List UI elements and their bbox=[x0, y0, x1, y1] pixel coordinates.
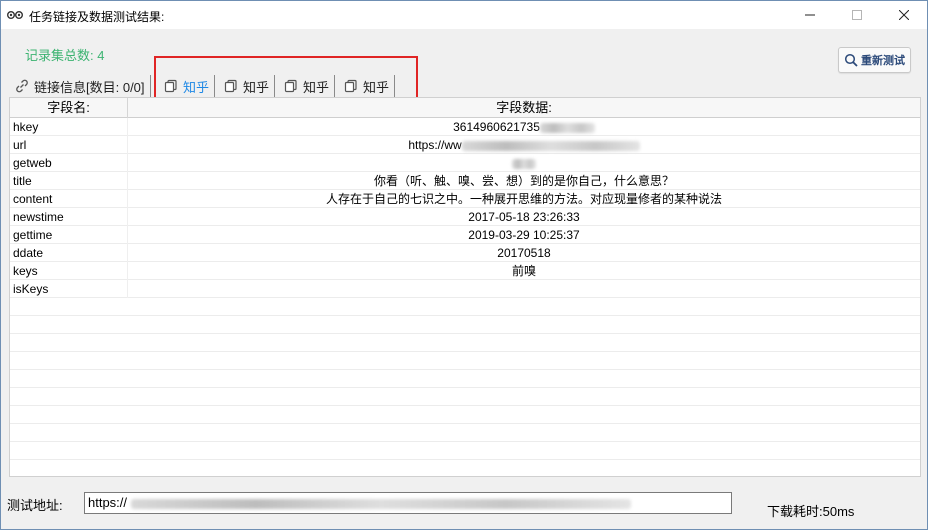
tab-label: 链接信息[数目: 0/0] bbox=[34, 79, 145, 95]
empty-row bbox=[10, 460, 920, 476]
empty-row bbox=[10, 334, 920, 352]
field-name-cell: hkey bbox=[10, 118, 128, 136]
table-row[interactable]: gettime 2019-03-29 10:25:37 bbox=[10, 226, 920, 244]
table-row[interactable]: newstime 2017-05-18 23:26:33 bbox=[10, 208, 920, 226]
field-name-cell: isKeys bbox=[10, 280, 128, 298]
test-url-label: 测试地址: bbox=[7, 498, 63, 513]
empty-row bbox=[10, 352, 920, 370]
field-value-cell: https://ww bbox=[128, 136, 920, 154]
field-value-text: https://ww bbox=[408, 138, 462, 152]
empty-row bbox=[10, 370, 920, 388]
title-bar[interactable]: 任务链接及数据测试结果: bbox=[1, 1, 927, 29]
field-value-cell bbox=[128, 280, 920, 298]
empty-row bbox=[10, 442, 920, 460]
redacted-text bbox=[539, 122, 595, 133]
field-value-cell: 你看（听、触、嗅、尝、想）到的是你自己，什么意思？ bbox=[373, 174, 674, 188]
close-icon bbox=[899, 10, 909, 20]
header-field-name[interactable]: 字段名: bbox=[10, 98, 128, 118]
field-name-cell: title bbox=[10, 172, 128, 190]
record-count: 记录集总数: 4 bbox=[25, 48, 105, 63]
redacted-text bbox=[512, 158, 536, 169]
field-name-cell: url bbox=[10, 136, 128, 154]
close-button[interactable] bbox=[881, 1, 927, 29]
field-name-cell: gettime bbox=[10, 226, 128, 244]
empty-row bbox=[10, 316, 920, 334]
table-row[interactable]: title 你看（听、触、嗅、尝、想）到的是你自己，什么意思？ bbox=[10, 172, 920, 190]
field-value-cell: 3614960621735 bbox=[128, 118, 920, 136]
test-url-input[interactable]: https:// bbox=[84, 492, 732, 514]
search-icon bbox=[844, 53, 858, 67]
empty-row bbox=[10, 298, 920, 316]
minimize-icon bbox=[805, 14, 815, 16]
retest-button[interactable]: 重新测试 bbox=[838, 47, 911, 73]
table-row[interactable]: hkey 3614960621735 bbox=[10, 118, 920, 136]
redacted-text bbox=[461, 140, 640, 151]
data-grid: 字段名: 字段数据: hkey 3614960621735 url https:… bbox=[9, 97, 921, 477]
field-value-cell: 20170518 bbox=[497, 246, 551, 260]
download-time: 下载耗时:50ms bbox=[767, 504, 855, 519]
field-name-cell: newstime bbox=[10, 208, 128, 226]
field-value-cell: 前嗅 bbox=[511, 264, 536, 278]
field-value-cell: 2019-03-29 10:25:37 bbox=[468, 228, 580, 242]
tab-link-info[interactable]: 链接信息[数目: 0/0] bbox=[9, 73, 151, 99]
window-title: 任务链接及数据测试结果: bbox=[29, 10, 165, 24]
retest-label: 重新测试 bbox=[861, 55, 905, 67]
redacted-text bbox=[131, 498, 632, 509]
empty-row bbox=[10, 406, 920, 424]
grid-header: 字段名: 字段数据: bbox=[10, 98, 920, 118]
grid-rows: hkey 3614960621735 url https://ww getweb… bbox=[10, 118, 920, 476]
table-row[interactable]: url https://ww bbox=[10, 136, 920, 154]
app-window: 任务链接及数据测试结果: 记录集总数: 4 重新测试 链接信息[数目: 0/0] bbox=[0, 0, 928, 530]
tab-bar: 链接信息[数目: 0/0] 知乎 知乎 知乎 知乎 bbox=[9, 71, 921, 99]
test-url-text: https:// bbox=[88, 495, 128, 510]
field-name-cell: content bbox=[10, 190, 128, 208]
field-name-cell: keys bbox=[10, 262, 128, 280]
maximize-button[interactable] bbox=[834, 1, 880, 29]
table-row[interactable]: ddate 20170518 bbox=[10, 244, 920, 262]
field-value-cell: 2017-05-18 23:26:33 bbox=[468, 210, 580, 224]
table-row[interactable]: keys 前嗅 bbox=[10, 262, 920, 280]
header-field-value[interactable]: 字段数据: bbox=[128, 98, 920, 118]
eyes-icon bbox=[7, 11, 23, 19]
table-row[interactable]: getweb bbox=[10, 154, 920, 172]
link-icon bbox=[16, 79, 28, 93]
field-name-cell: getweb bbox=[10, 154, 128, 172]
table-row[interactable]: isKeys bbox=[10, 280, 920, 298]
field-value-cell bbox=[128, 154, 920, 172]
empty-row bbox=[10, 388, 920, 406]
maximize-icon bbox=[852, 10, 862, 20]
table-row[interactable]: content 人存在于自己的七识之中。一种展开思维的方法。对应现量修者的某种说… bbox=[10, 190, 920, 208]
field-value-text: 3614960621735 bbox=[453, 120, 540, 134]
minimize-button[interactable] bbox=[787, 1, 833, 29]
empty-row bbox=[10, 424, 920, 442]
field-value-cell: 人存在于自己的七识之中。一种展开思维的方法。对应现量修者的某种说法 bbox=[325, 192, 722, 206]
field-name-cell: ddate bbox=[10, 244, 128, 262]
